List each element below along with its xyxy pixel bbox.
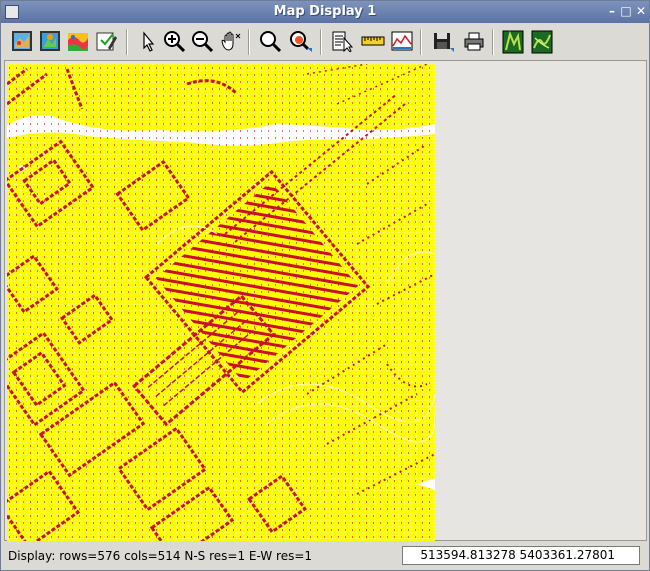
- status-bar: Display: rows=576 cols=514 N-S res=1 E-W…: [2, 542, 648, 570]
- pan-icon: [221, 31, 241, 51]
- erase-icon: [96, 32, 117, 51]
- zoom-out-icon: [192, 31, 213, 52]
- pointer-button[interactable]: [134, 27, 162, 56]
- close-button[interactable]: ✕: [634, 4, 648, 19]
- map-3d-button[interactable]: [528, 27, 556, 56]
- toolbar: [2, 24, 648, 61]
- pointer-icon: [143, 31, 155, 52]
- map-canvas[interactable]: [4, 60, 647, 541]
- overlay-button[interactable]: [64, 27, 92, 56]
- redraw-button[interactable]: [36, 27, 64, 56]
- display-map-icon: [12, 31, 32, 51]
- zoom-out-button[interactable]: [188, 27, 216, 56]
- zoom-menu-icon: [290, 31, 312, 52]
- erase-button[interactable]: [92, 27, 120, 56]
- print-icon: [464, 32, 484, 51]
- zoom-in-icon: [164, 31, 185, 52]
- zoom-menu-button[interactable]: [286, 27, 314, 56]
- toolbar-separator: [126, 29, 128, 55]
- measure-button[interactable]: [358, 27, 386, 56]
- overlay-icon: [68, 33, 88, 51]
- save-icon: [434, 33, 454, 52]
- query-button[interactable]: [328, 27, 356, 56]
- query-icon: [332, 31, 353, 52]
- map-2d-icon: [502, 30, 524, 54]
- print-button[interactable]: [460, 27, 488, 56]
- title-bar[interactable]: Map Display 1 – □ ✕: [1, 1, 649, 23]
- window-title: Map Display 1: [273, 4, 377, 19]
- zoom-extent-icon: [260, 31, 281, 52]
- redraw-icon: [40, 31, 60, 51]
- noise-speckle: [7, 64, 435, 541]
- toolbar-separator: [420, 29, 422, 55]
- profile-icon: [391, 31, 413, 51]
- save-button[interactable]: [428, 27, 456, 56]
- raster-map[interactable]: [7, 64, 435, 541]
- pan-button[interactable]: [216, 27, 244, 56]
- display-map-button[interactable]: [8, 27, 36, 56]
- toolbar-separator: [320, 29, 322, 55]
- zoom-extent-button[interactable]: [256, 27, 284, 56]
- minimize-button[interactable]: –: [605, 4, 619, 19]
- display-info-text: Display: rows=576 cols=514 N-S res=1 E-W…: [8, 549, 313, 563]
- maximize-button[interactable]: □: [619, 4, 633, 19]
- zoom-in-button[interactable]: [160, 27, 188, 56]
- toolbar-separator: [492, 29, 494, 55]
- profile-button[interactable]: [388, 27, 416, 56]
- coordinates-field: 513594.813278 5403361.27801: [402, 546, 640, 565]
- toolbar-separator: [248, 29, 250, 55]
- measure-icon: [361, 36, 385, 46]
- map-2d-button[interactable]: [499, 27, 527, 56]
- map-3d-icon: [531, 30, 553, 54]
- map-display-window: Map Display 1 – □ ✕ Display: rows=576 co…: [0, 0, 650, 571]
